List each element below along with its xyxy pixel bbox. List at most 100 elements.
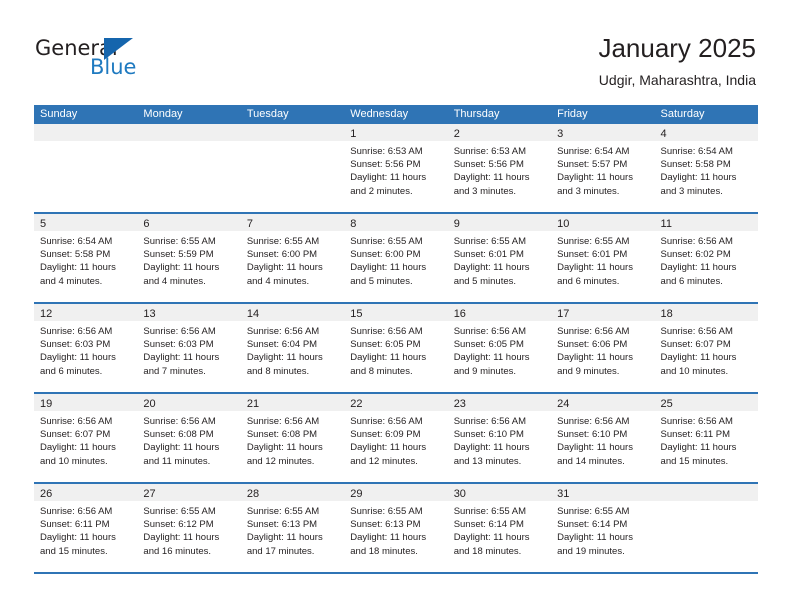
day-cell-9[interactable]: 9 Sunrise: 6:55 AM Sunset: 6:01 PM Daylight… [447, 214, 552, 302]
day-number-band: 8 [344, 214, 448, 231]
day-cell-15[interactable]: 15 Sunrise: 6:56 AM Sunset: 6:05 PM Dayligh… [344, 304, 448, 392]
sunset-text: Sunset: 5:56 PM [350, 159, 421, 171]
daylight-text: Daylight: 11 hours [557, 352, 633, 364]
day-number: 5 [40, 218, 47, 230]
day-number-band: 19 [34, 394, 138, 411]
sunrise-text: Sunrise: 6:54 AM [557, 146, 630, 157]
day-number-band: 23 [447, 394, 552, 411]
day-number-band: 25 [654, 394, 758, 411]
day-cell-28[interactable]: 28 Sunrise: 6:55 AM Sunset: 6:13 PM Dayligh… [240, 484, 345, 572]
daylight-text: Daylight: 11 hours [660, 352, 737, 364]
day-number: 20 [143, 398, 156, 410]
sunset-text: Sunset: 6:07 PM [660, 339, 731, 351]
day-cell-17[interactable]: 17 Sunrise: 6:56 AM Sunset: 6:06 PM Dayligh… [551, 304, 655, 392]
day-cell-25[interactable]: 25 Sunrise: 6:56 AM Sunset: 6:11 PM Dayligh… [654, 394, 758, 482]
daylight-text: Daylight: 11 hours [143, 352, 220, 364]
day-details: Sunrise: 6:54 AM Sunset: 5:57 PM Daylight:… [551, 141, 654, 198]
day-cell-4[interactable]: 4 Sunrise: 6:54 AM Sunset: 5:58 PM Daylight… [654, 124, 758, 212]
day-cell-26[interactable]: 26 Sunrise: 6:56 AM Sunset: 6:11 PM Dayligh… [34, 484, 138, 572]
calendar-week-row: 12 Sunrise: 6:56 AM Sunset: 6:03 PM Dayligh… [34, 304, 758, 394]
day-cell-11[interactable]: 11 Sunrise: 6:56 AM Sunset: 6:02 PM Dayligh… [654, 214, 758, 302]
daylight-text: and 12 minutes. [350, 455, 418, 467]
day-number-band: 28 [240, 484, 345, 501]
day-number: 4 [660, 128, 667, 140]
day-cell-12[interactable]: 12 Sunrise: 6:56 AM Sunset: 6:03 PM Dayligh… [34, 304, 138, 392]
day-number-band: 21 [240, 394, 345, 411]
day-details: Sunrise: 6:55 AM Sunset: 6:14 PM Daylight:… [448, 501, 551, 558]
day-details [241, 141, 344, 145]
page-subtitle-location: Udgir, Maharashtra, India [598, 72, 756, 88]
sunrise-text: Sunrise: 6:56 AM [143, 326, 216, 337]
sunrise-text: Sunrise: 6:56 AM [40, 326, 113, 337]
day-details: Sunrise: 6:56 AM Sunset: 6:05 PM Daylight:… [448, 321, 551, 378]
daylight-text: and 3 minutes. [557, 185, 620, 197]
day-cell-3[interactable]: 3 Sunrise: 6:54 AM Sunset: 5:57 PM Daylight… [551, 124, 655, 212]
day-cell-6[interactable]: 6 Sunrise: 6:55 AM Sunset: 5:59 PM Daylight… [137, 214, 241, 302]
day-number: 25 [660, 398, 673, 410]
daylight-text: and 16 minutes. [143, 545, 212, 557]
day-cell-22[interactable]: 22 Sunrise: 6:56 AM Sunset: 6:09 PM Dayligh… [344, 394, 448, 482]
sunrise-text: Sunrise: 6:56 AM [246, 326, 320, 337]
daylight-text: and 19 minutes. [557, 545, 625, 557]
daylight-text: Daylight: 11 hours [453, 442, 530, 454]
day-cell-10[interactable]: 10 Sunrise: 6:55 AM Sunset: 6:01 PM Dayligh… [551, 214, 655, 302]
daylight-text: Daylight: 11 hours [453, 532, 530, 544]
day-cell-19[interactable]: 19 Sunrise: 6:56 AM Sunset: 6:07 PM Dayligh… [34, 394, 138, 482]
day-cell-21[interactable]: 21 Sunrise: 6:56 AM Sunset: 6:08 PM Dayligh… [240, 394, 345, 482]
daylight-text: Daylight: 11 hours [143, 262, 220, 274]
calendar-week-row: 1 Sunrise: 6:53 AM Sunset: 5:56 PM Daylight… [34, 124, 758, 214]
day-cell-7[interactable]: 7 Sunrise: 6:55 AM Sunset: 6:00 PM Daylight… [240, 214, 345, 302]
sunset-text: Sunset: 5:57 PM [557, 159, 628, 171]
day-cell-8[interactable]: 8 Sunrise: 6:55 AM Sunset: 6:00 PM Daylight… [344, 214, 448, 302]
day-cell-20[interactable]: 20 Sunrise: 6:56 AM Sunset: 6:08 PM Dayligh… [137, 394, 241, 482]
day-details: Sunrise: 6:56 AM Sunset: 6:11 PM Daylight:… [34, 501, 137, 558]
day-cell-5[interactable]: 5 Sunrise: 6:54 AM Sunset: 5:58 PM Daylight… [34, 214, 138, 302]
day-cell-18[interactable]: 18 Sunrise: 6:56 AM Sunset: 6:07 PM Dayligh… [654, 304, 758, 392]
sunrise-text: Sunrise: 6:56 AM [557, 326, 630, 337]
day-number-band: 5 [34, 214, 138, 231]
sunset-text: Sunset: 6:13 PM [350, 519, 421, 531]
day-number: 1 [350, 128, 357, 140]
day-number-band: 2 [447, 124, 552, 141]
day-cell-29[interactable]: 29 Sunrise: 6:55 AM Sunset: 6:13 PM Dayligh… [344, 484, 448, 572]
sunrise-text: Sunrise: 6:56 AM [660, 236, 733, 247]
day-cell-2[interactable]: 2 Sunrise: 6:53 AM Sunset: 5:56 PM Daylight… [447, 124, 552, 212]
day-number-band [34, 124, 138, 141]
day-number: 28 [246, 488, 260, 500]
weekday-header-saturday: Saturday [660, 108, 705, 120]
sunrise-text: Sunrise: 6:56 AM [350, 416, 423, 427]
sunset-text: Sunset: 5:58 PM [660, 159, 731, 171]
day-details: Sunrise: 6:55 AM Sunset: 6:00 PM Daylight:… [344, 231, 447, 288]
day-cell-31[interactable]: 31 Sunrise: 6:55 AM Sunset: 6:14 PM Dayligh… [551, 484, 655, 572]
day-details: Sunrise: 6:56 AM Sunset: 6:10 PM Daylight:… [551, 411, 654, 468]
day-cell-24[interactable]: 24 Sunrise: 6:56 AM Sunset: 6:10 PM Dayligh… [551, 394, 655, 482]
calendar-week-row: 5 Sunrise: 6:54 AM Sunset: 5:58 PM Daylight… [34, 214, 758, 304]
day-cell-23[interactable]: 23 Sunrise: 6:56 AM Sunset: 6:10 PM Dayligh… [447, 394, 552, 482]
day-number: 30 [453, 488, 466, 500]
daylight-text: and 8 minutes. [350, 365, 413, 377]
day-number-band: 15 [344, 304, 448, 321]
sunrise-text: Sunrise: 6:56 AM [453, 416, 527, 427]
general-blue-logo[interactable]: General Blue [35, 36, 235, 84]
day-cell-27[interactable]: 27 Sunrise: 6:55 AM Sunset: 6:12 PM Dayligh… [137, 484, 241, 572]
day-number: 21 [246, 398, 260, 410]
day-number-band: 29 [344, 484, 448, 501]
day-details: Sunrise: 6:55 AM Sunset: 6:01 PM Daylight:… [448, 231, 551, 288]
day-cell-13[interactable]: 13 Sunrise: 6:56 AM Sunset: 6:03 PM Dayligh… [137, 304, 241, 392]
day-cell-16[interactable]: 16 Sunrise: 6:56 AM Sunset: 6:05 PM Dayligh… [447, 304, 552, 392]
daylight-text: and 4 minutes. [143, 275, 206, 287]
day-cell-30[interactable]: 30 Sunrise: 6:55 AM Sunset: 6:14 PM Dayligh… [447, 484, 552, 572]
day-number-band [137, 124, 241, 141]
daylight-text: and 3 minutes. [660, 185, 723, 197]
sunset-text: Sunset: 5:58 PM [40, 249, 111, 261]
weekday-header-wednesday: Wednesday [350, 108, 409, 120]
calendar-page: General Blue January 2025 Udgir, Maharas… [0, 0, 792, 612]
day-cell-14[interactable]: 14 Sunrise: 6:56 AM Sunset: 6:04 PM Dayligh… [240, 304, 345, 392]
sunset-text: Sunset: 6:05 PM [453, 339, 524, 351]
page-title: January 2025 [598, 33, 756, 63]
sunset-text: Sunset: 6:00 PM [350, 249, 421, 261]
day-cell-1[interactable]: 1 Sunrise: 6:53 AM Sunset: 5:56 PM Daylight… [344, 124, 448, 212]
sunset-text: Sunset: 6:07 PM [40, 429, 111, 441]
daylight-text: Daylight: 11 hours [246, 532, 323, 544]
day-number-band [240, 124, 345, 141]
